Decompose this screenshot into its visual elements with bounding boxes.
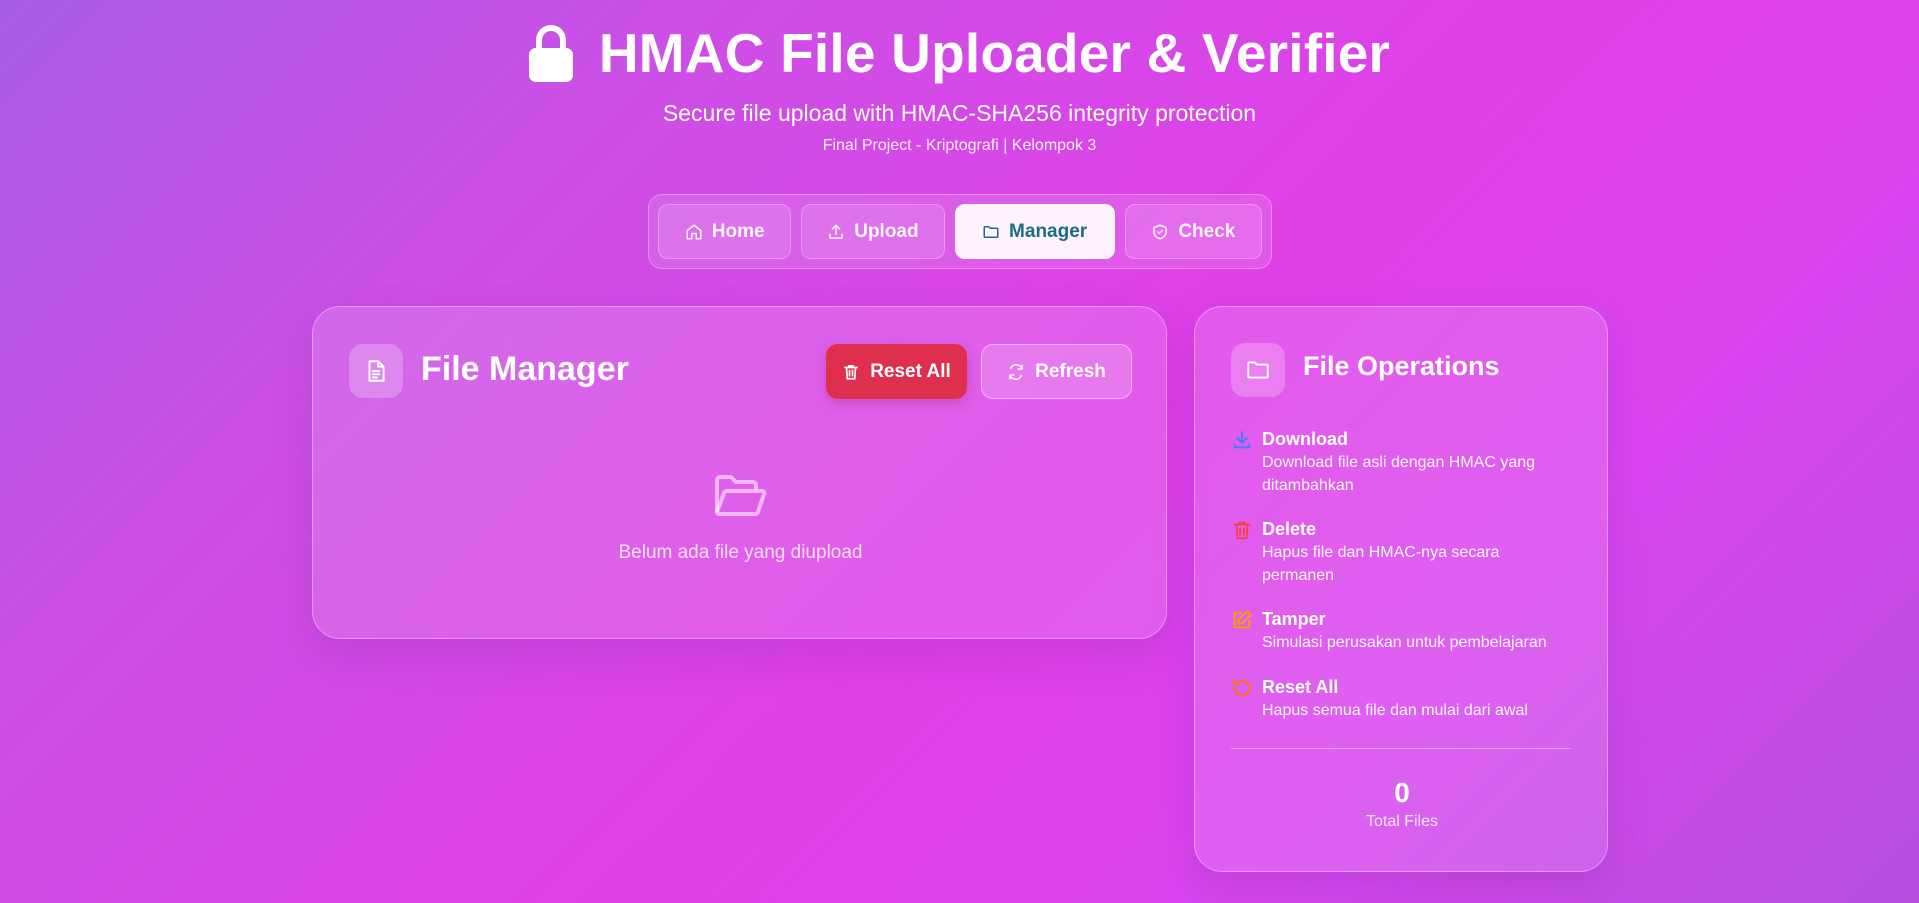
tab-check[interactable]: Check — [1124, 204, 1262, 259]
tab-home-label: Home — [711, 220, 765, 242]
shield-check-icon — [1153, 224, 1168, 239]
edit-icon — [1233, 610, 1252, 629]
reset-icon — [1232, 678, 1251, 697]
refresh-button[interactable]: Refresh — [981, 344, 1132, 399]
file-operations-title: File Operations — [1303, 351, 1500, 381]
operation-delete: Delete Hapus file dan HMAC-nya secara pe… — [1231, 518, 1532, 587]
page-subtitle: Secure file upload with HMAC-SHA256 inte… — [662, 100, 1257, 126]
folder-icon — [983, 225, 999, 238]
file-operations-icon-box — [1231, 343, 1285, 397]
operation-delete-desc: Hapus file dan HMAC-nya secara permanen — [1262, 544, 1500, 584]
empty-state-text: Belum ada file yang diupload — [618, 542, 863, 563]
reset-all-button[interactable]: Reset All — [826, 344, 967, 399]
refresh-label: Refresh — [1035, 360, 1106, 382]
page-title: HMAC File Uploader & Verifier — [598, 22, 1391, 84]
file-operations-card: File Operations Download Download file a… — [1194, 306, 1608, 872]
operation-tamper-title: Tamper — [1262, 609, 1326, 629]
operation-reset-all: Reset All Hapus semua file dan mulai dar… — [1231, 676, 1582, 722]
total-files-label: Total Files — [1365, 813, 1439, 830]
page-header: HMAC File Uploader & Verifier Secure fil… — [0, 22, 1919, 155]
tab-upload-label: Upload — [854, 220, 919, 242]
document-icon — [368, 360, 385, 382]
file-manager-title: File Manager — [421, 350, 629, 388]
file-manager-card: File Manager Reset All Refresh Belum ada… — [312, 306, 1167, 639]
folder-open-icon — [715, 475, 767, 516]
operation-download-title: Download — [1262, 429, 1348, 449]
tab-home[interactable]: Home — [658, 204, 792, 259]
course-label: Final Project - Kriptografi | Kelompok 3 — [822, 137, 1097, 154]
operation-tamper-desc: Simulasi perusakan untuk pembelajaran — [1262, 634, 1547, 651]
lock-icon — [528, 24, 573, 82]
total-files-count: 0 — [1394, 777, 1410, 808]
tab-manager-label: Manager — [1009, 220, 1088, 242]
operation-download: Download Download file asli dengan HMAC … — [1231, 428, 1562, 497]
upload-icon — [829, 224, 843, 239]
tab-manager[interactable]: Manager — [954, 204, 1115, 259]
operation-download-desc: Download file asli dengan HMAC yang dita… — [1262, 454, 1536, 494]
trash-icon — [844, 364, 859, 380]
tab-check-label: Check — [1178, 220, 1236, 242]
folder-icon — [1247, 361, 1269, 379]
operation-reset-all-title: Reset All — [1262, 677, 1339, 697]
refresh-icon — [1009, 363, 1023, 380]
title-row: HMAC File Uploader & Verifier — [0, 22, 1919, 84]
operation-delete-title: Delete — [1262, 519, 1317, 539]
operation-tamper: Tamper Simulasi perusakan untuk pembelaj… — [1231, 608, 1582, 654]
download-icon — [1233, 430, 1251, 449]
tab-upload[interactable]: Upload — [801, 204, 945, 259]
operation-reset-all-desc: Hapus semua file dan mulai dari awal — [1262, 702, 1528, 719]
reset-all-label: Reset All — [870, 360, 951, 382]
trash-icon — [1233, 521, 1251, 540]
main-nav: Home Upload Manager Check — [648, 194, 1272, 269]
divider — [1231, 748, 1571, 749]
file-manager-icon-box — [349, 344, 403, 398]
home-icon — [686, 224, 702, 239]
